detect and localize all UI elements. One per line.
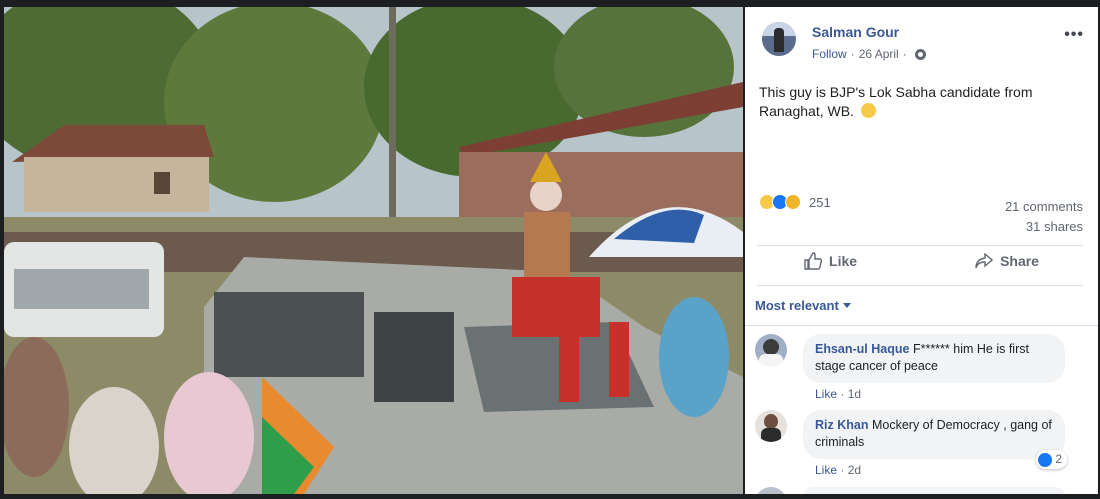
performer-shorts xyxy=(512,277,600,337)
separator-dot: · xyxy=(902,47,907,61)
photo-scene xyxy=(4,7,743,494)
post-sidebar: Salman Gour Follow · 26 April · ••• This… xyxy=(745,7,1098,494)
globe-icon xyxy=(914,48,926,60)
more-options-icon[interactable]: ••• xyxy=(1064,26,1084,44)
author-block: Salman Gour Follow · 26 April · xyxy=(812,22,926,62)
performer-leg xyxy=(609,322,629,397)
comment-bubble: Ehsan-ul Haque F****** him He is first s… xyxy=(803,334,1065,383)
comment-item: Riz Khan Mockery of Democracy , gang of … xyxy=(755,410,1067,477)
jeep-side-window xyxy=(214,292,364,377)
like-reaction-icon xyxy=(1038,452,1053,467)
wow-reaction-icon xyxy=(785,194,801,210)
caret-down-icon xyxy=(842,303,851,308)
commenter-avatar[interactable] xyxy=(755,334,787,366)
window xyxy=(154,172,170,194)
reactions-summary[interactable]: 251 xyxy=(759,194,831,210)
divider xyxy=(757,245,1083,246)
comment-bubble xyxy=(803,487,1065,494)
shares-count[interactable]: 31 shares xyxy=(1005,217,1083,237)
thumbs-up-icon xyxy=(804,252,823,270)
comment-reaction-count: 2 xyxy=(1055,452,1062,466)
comment-sort-dropdown[interactable]: Most relevant xyxy=(755,298,851,313)
smiling-face-emoji-icon xyxy=(860,103,876,118)
comment-footer: Like · 2d xyxy=(815,463,1065,477)
commenter-avatar[interactable] xyxy=(755,410,787,442)
performer-face xyxy=(530,179,562,211)
commenter-avatar[interactable] xyxy=(755,487,787,494)
follow-link[interactable]: Follow xyxy=(812,46,847,62)
post-stats: 21 comments 31 shares xyxy=(1005,197,1083,237)
comment-body: Ehsan-ul Haque F****** him He is first s… xyxy=(803,334,1065,401)
separator-dot: · xyxy=(850,47,855,61)
divider xyxy=(757,285,1083,286)
share-arrow-icon xyxy=(975,253,994,269)
comment-bubble: Riz Khan Mockery of Democracy , gang of … xyxy=(803,410,1067,469)
share-button[interactable]: Share xyxy=(955,252,1059,270)
comment-footer: Like · 1d xyxy=(815,387,1065,401)
post-header: Salman Gour Follow · 26 April · xyxy=(762,22,926,62)
separator-dot: · xyxy=(840,387,845,401)
performer-leg xyxy=(559,327,579,402)
like-label: Like xyxy=(829,253,858,269)
comment-item: Ehsan-ul Haque F****** him He is first s… xyxy=(755,334,1065,401)
photo-viewer: Salman Gour Follow · 26 April · ••• This… xyxy=(0,0,1100,499)
commenter-name[interactable]: Riz Khan xyxy=(815,418,868,432)
comment-body: Riz Khan Mockery of Democracy , gang of … xyxy=(803,410,1067,477)
author-avatar[interactable] xyxy=(762,22,796,56)
house xyxy=(24,157,209,212)
post-photo[interactable] xyxy=(4,7,743,494)
person xyxy=(659,297,729,417)
car-window xyxy=(14,269,149,309)
divider xyxy=(745,325,1098,326)
sort-label: Most relevant xyxy=(755,298,839,313)
post-text-content: This guy is BJP's Lok Sabha candidate fr… xyxy=(759,84,1033,119)
post-date[interactable]: 26 April xyxy=(859,46,899,62)
action-bar: Like Share xyxy=(745,252,1098,270)
jeep-door-window xyxy=(374,312,454,402)
author-name[interactable]: Salman Gour xyxy=(812,23,926,41)
like-button[interactable]: Like xyxy=(784,252,877,270)
comment-age[interactable]: 1d xyxy=(848,387,861,401)
comment-like-link[interactable]: Like xyxy=(815,387,837,401)
commenter-name[interactable]: Ehsan-ul Haque xyxy=(815,342,909,356)
share-label: Share xyxy=(1000,253,1039,269)
comments-count[interactable]: 21 comments xyxy=(1005,197,1083,217)
post-text: This guy is BJP's Lok Sabha candidate fr… xyxy=(759,83,1079,121)
reaction-count: 251 xyxy=(809,194,831,210)
utility-pole xyxy=(389,7,396,237)
post-meta: Follow · 26 April · xyxy=(812,46,926,62)
comment-reaction-chip[interactable]: 2 xyxy=(1036,450,1067,469)
separator-dot: · xyxy=(840,463,845,477)
comment-age[interactable]: 2d xyxy=(848,463,861,477)
comment-like-link[interactable]: Like xyxy=(815,463,837,477)
performer-torso xyxy=(524,212,570,277)
